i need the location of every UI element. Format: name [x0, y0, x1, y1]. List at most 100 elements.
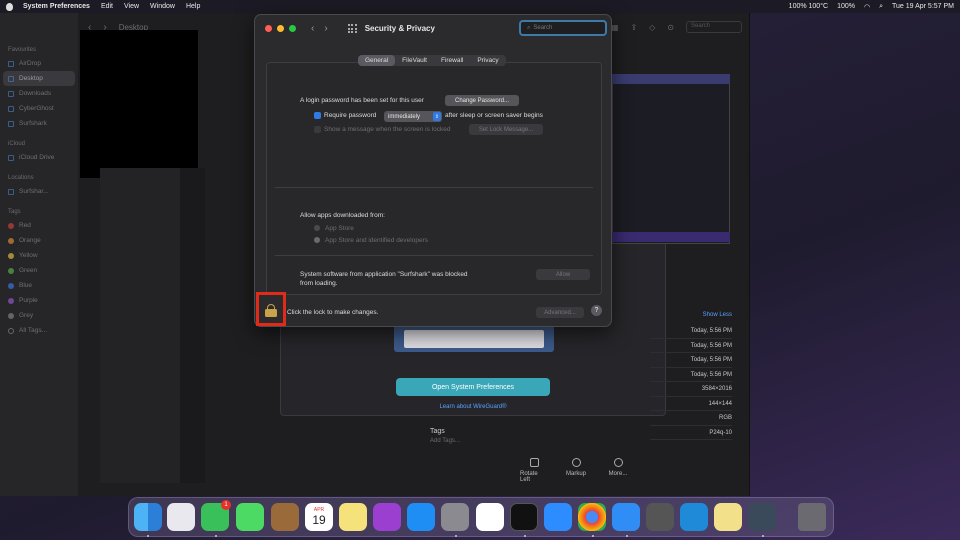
- show-less-link[interactable]: Show Less: [650, 312, 732, 318]
- sidebar-item-icloud-drive[interactable]: iCloud Drive: [0, 150, 78, 165]
- tab-general[interactable]: General: [358, 55, 396, 66]
- learn-wireguard-link[interactable]: Learn about WireGuard®: [396, 404, 550, 410]
- more-button[interactable]: More...: [604, 458, 632, 483]
- action-icon[interactable]: ⊙: [667, 23, 674, 32]
- sidebar-tag-red[interactable]: Red: [0, 218, 78, 233]
- app-store-radio[interactable]: [314, 225, 320, 231]
- view-options-icon[interactable]: ▦: [611, 23, 619, 32]
- calendar-icon[interactable]: APR 19: [305, 503, 333, 531]
- sidebar-head-locations: Locations: [8, 175, 34, 181]
- sidebar-item-desktop[interactable]: Desktop: [3, 71, 75, 86]
- show-all-grid-icon[interactable]: [347, 24, 357, 33]
- clock[interactable]: Tue 19 Apr 5:57 PM: [892, 3, 954, 10]
- apple-icon[interactable]: [6, 2, 13, 11]
- help-button[interactable]: ?: [591, 305, 602, 316]
- sidebar-item-surfshark[interactable]: Surfshark: [0, 116, 78, 131]
- tab-filevault[interactable]: FileVault: [395, 55, 434, 66]
- sidebar-item-cyberghost[interactable]: CyberGhost: [0, 101, 78, 116]
- finder-column: [180, 168, 205, 483]
- running-indicator: [592, 535, 594, 537]
- appstore-icon[interactable]: [407, 503, 435, 531]
- system-preferences-icon[interactable]: [441, 503, 469, 531]
- menu-bar: System Preferences Edit View Window Help…: [0, 0, 960, 13]
- zoom-button[interactable]: [289, 25, 296, 32]
- info-row: 3584×2016: [650, 382, 732, 397]
- window-title: Security & Privacy: [364, 24, 435, 33]
- finder-search-input[interactable]: Search: [686, 21, 742, 33]
- slack-icon[interactable]: [476, 503, 504, 531]
- sidebar-item-airdrop[interactable]: AirDrop: [0, 56, 78, 71]
- terminal-icon[interactable]: [510, 503, 538, 531]
- calculator-icon[interactable]: [646, 503, 674, 531]
- safari-icon[interactable]: [612, 503, 640, 531]
- markup-icon: [571, 458, 581, 467]
- info-panel: Show Less Today, 5:56 PM Today, 5:56 PM …: [650, 312, 732, 440]
- sidebar-item-surfshark-volume[interactable]: Surfshar...: [0, 184, 78, 199]
- launchpad-icon[interactable]: [167, 503, 195, 531]
- tab-privacy[interactable]: Privacy: [470, 55, 505, 66]
- open-system-preferences-button[interactable]: Open System Preferences: [396, 378, 550, 396]
- podcasts-icon[interactable]: [373, 503, 401, 531]
- add-tags-input[interactable]: Add Tags...: [430, 438, 460, 444]
- after-sleep-text: after sleep or screen saver begins: [445, 112, 543, 119]
- sidebar-tag-orange[interactable]: Orange: [0, 233, 78, 248]
- stickies-icon[interactable]: [714, 503, 742, 531]
- file-thumbnail[interactable]: [80, 30, 198, 178]
- require-password-checkbox[interactable]: [314, 112, 321, 119]
- sidebar-tag-purple[interactable]: Purple: [0, 293, 78, 308]
- minimize-button[interactable]: [277, 25, 284, 32]
- info-row: Today, 5:56 PM: [650, 339, 732, 353]
- wifi-icon[interactable]: ◠: [864, 3, 870, 11]
- tag-icon[interactable]: ◇: [649, 23, 655, 32]
- sidebar-item-downloads[interactable]: Downloads: [0, 86, 78, 101]
- sidebar-tag-blue[interactable]: Blue: [0, 278, 78, 293]
- close-button[interactable]: [265, 25, 272, 32]
- finder-icon[interactable]: [134, 503, 162, 531]
- cloud-icon: [8, 154, 14, 161]
- notes-brown-icon[interactable]: [271, 503, 299, 531]
- back-arrow-icon[interactable]: ‹: [311, 23, 314, 34]
- menu-view[interactable]: View: [124, 3, 139, 10]
- change-password-button[interactable]: Change Password...: [445, 95, 519, 106]
- desktop-icon: [8, 75, 14, 82]
- info-row: Today, 5:56 PM: [650, 324, 732, 339]
- messages-icon[interactable]: [236, 503, 264, 531]
- tab-firewall[interactable]: Firewall: [434, 55, 470, 66]
- airdrop-icon: [8, 60, 14, 67]
- menu-edit[interactable]: Edit: [101, 3, 113, 10]
- advanced-button[interactable]: Advanced...: [536, 307, 584, 318]
- menu-app-name[interactable]: System Preferences: [23, 3, 90, 10]
- tag-dot-icon: [8, 297, 14, 304]
- search-input[interactable]: ⌕ Search: [519, 20, 607, 36]
- share-icon[interactable]: ⇪: [630, 23, 637, 32]
- show-message-checkbox[interactable]: [314, 126, 321, 133]
- kodi-icon[interactable]: [680, 503, 708, 531]
- require-password-select[interactable]: immediately ⇕: [384, 111, 442, 122]
- trash-icon[interactable]: [798, 503, 826, 531]
- menu-window[interactable]: Window: [150, 3, 175, 10]
- screenshot-dock: [612, 232, 730, 242]
- sidebar-tag-green[interactable]: Green: [0, 263, 78, 278]
- sidebar-tag-all[interactable]: All Tags...: [0, 323, 78, 338]
- lock-icon[interactable]: [265, 304, 277, 317]
- battery-status[interactable]: 100%: [837, 3, 855, 10]
- sidebar-tag-yellow[interactable]: Yellow: [0, 248, 78, 263]
- require-password-label: Require password: [324, 112, 377, 119]
- identified-developers-radio[interactable]: [314, 237, 320, 243]
- menu-help[interactable]: Help: [186, 3, 200, 10]
- spotlight-icon[interactable]: ⌕: [879, 3, 883, 11]
- rotate-left-button[interactable]: Rotate Left: [520, 458, 548, 483]
- chrome-icon[interactable]: [578, 503, 606, 531]
- set-lock-message-button[interactable]: Set Lock Message...: [469, 124, 543, 135]
- markup-button[interactable]: Markup: [562, 458, 590, 483]
- surfshark-icon[interactable]: [748, 503, 776, 531]
- chevron-updown-icon: ⇕: [433, 112, 441, 121]
- sidebar-tag-grey[interactable]: Grey: [0, 308, 78, 323]
- temp-status[interactable]: 100% 100°C: [789, 3, 828, 10]
- forward-arrow-icon[interactable]: ›: [324, 23, 327, 34]
- allow-button[interactable]: Allow: [536, 269, 590, 280]
- info-row: Today, 5:56 PM: [650, 353, 732, 368]
- sidebar-head-icloud: iCloud: [8, 141, 26, 147]
- notes-icon[interactable]: [339, 503, 367, 531]
- zoom-icon[interactable]: [544, 503, 572, 531]
